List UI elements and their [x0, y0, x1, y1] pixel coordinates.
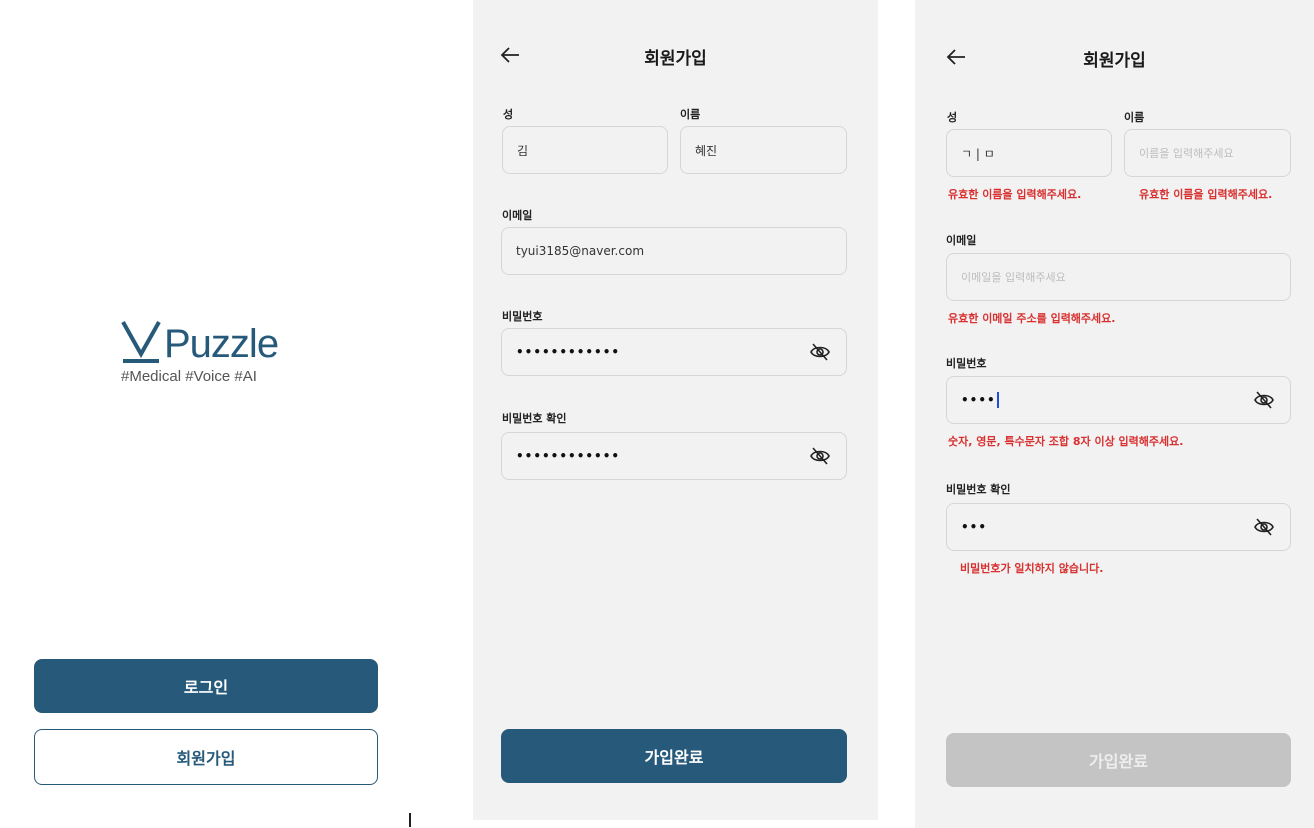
signup-button[interactable]: 회원가입	[34, 729, 378, 785]
page-title: 회원가입	[644, 49, 707, 69]
password-confirm-value: •••	[961, 520, 988, 534]
email-error: 유효한 이메일 주소를 입력해주세요.	[948, 312, 1116, 325]
last-name-label: 성	[947, 111, 958, 124]
email-value: tyui3185@naver.com	[516, 244, 645, 258]
last-name-label: 성	[503, 108, 514, 121]
first-name-label: 이름	[680, 108, 701, 121]
v-logo-icon	[121, 321, 161, 363]
password-confirm-field[interactable]: ••••••••••••	[501, 432, 847, 480]
email-placeholder: 이메일을 입력해주세요	[961, 271, 1066, 284]
password-confirm-field[interactable]: •••	[946, 503, 1291, 551]
password-error: 숫자, 영문, 특수문자 조합 8자 이상 입력해주세요.	[948, 435, 1184, 448]
eye-off-icon[interactable]	[810, 343, 830, 361]
first-name-label: 이름	[1124, 111, 1145, 124]
password-value: ••••••••••••	[516, 345, 621, 359]
first-name-value: 혜진	[695, 143, 718, 158]
password-confirm-value: ••••••••••••	[516, 449, 621, 463]
password-label: 비밀번호	[946, 357, 987, 370]
page-title: 회원가입	[1083, 51, 1146, 71]
last-name-value: 김	[517, 143, 529, 158]
first-name-error: 유효한 이름을 입력해주세요.	[1139, 188, 1273, 201]
signup-filled-screen: 회원가입 성 이름 김 혜진 이메일 tyui3185@naver.com 비밀…	[473, 0, 878, 820]
last-name-error: 유효한 이름을 입력해주세요.	[948, 188, 1082, 201]
text-cursor	[996, 392, 999, 408]
logo-tagline: #Medical #Voice #AI	[121, 368, 257, 385]
password-field[interactable]: ••••••••••••	[501, 328, 847, 376]
vpuzzle-logo: Puzzle #Medical #Voice #AI	[121, 318, 301, 385]
password-confirm-error: 비밀번호가 일치하지 않습니다.	[960, 562, 1104, 575]
last-name-value: ㄱ | ㅁ	[961, 146, 995, 161]
landing-screen: Puzzle #Medical #Voice #AI 로그인 회원가입	[0, 0, 412, 828]
password-confirm-label: 비밀번호 확인	[502, 412, 567, 425]
eye-off-icon[interactable]	[1254, 391, 1274, 409]
password-value: ••••	[961, 393, 996, 407]
email-field[interactable]: tyui3185@naver.com	[501, 227, 847, 275]
logo-wordmark: Puzzle	[164, 322, 279, 366]
password-label: 비밀번호	[502, 310, 543, 323]
email-label: 이메일	[502, 209, 533, 222]
last-name-field[interactable]: 김	[502, 126, 668, 174]
signup-error-screen: 회원가입 성 이름 ㄱ | ㅁ 이름을 입력해주세요 유효한 이름을 입력해주세…	[915, 0, 1314, 828]
eye-off-icon[interactable]	[1254, 518, 1274, 536]
password-confirm-label: 비밀번호 확인	[946, 483, 1011, 496]
password-field[interactable]: ••••	[946, 376, 1291, 424]
email-field[interactable]: 이메일을 입력해주세요	[946, 253, 1291, 301]
eye-off-icon[interactable]	[810, 447, 830, 465]
email-label: 이메일	[946, 234, 977, 247]
signup-header: 회원가입	[473, 38, 878, 74]
first-name-field[interactable]: 혜진	[680, 126, 847, 174]
first-name-placeholder: 이름을 입력해주세요	[1139, 147, 1234, 160]
first-name-field[interactable]: 이름을 입력해주세요	[1124, 129, 1291, 177]
submit-button-disabled[interactable]: 가입완료	[946, 733, 1291, 787]
login-button[interactable]: 로그인	[34, 659, 378, 713]
submit-button[interactable]: 가입완료	[501, 729, 847, 783]
screen-edge-mark	[409, 813, 411, 827]
last-name-field[interactable]: ㄱ | ㅁ	[946, 129, 1112, 177]
signup-header: 회원가입	[915, 40, 1314, 76]
